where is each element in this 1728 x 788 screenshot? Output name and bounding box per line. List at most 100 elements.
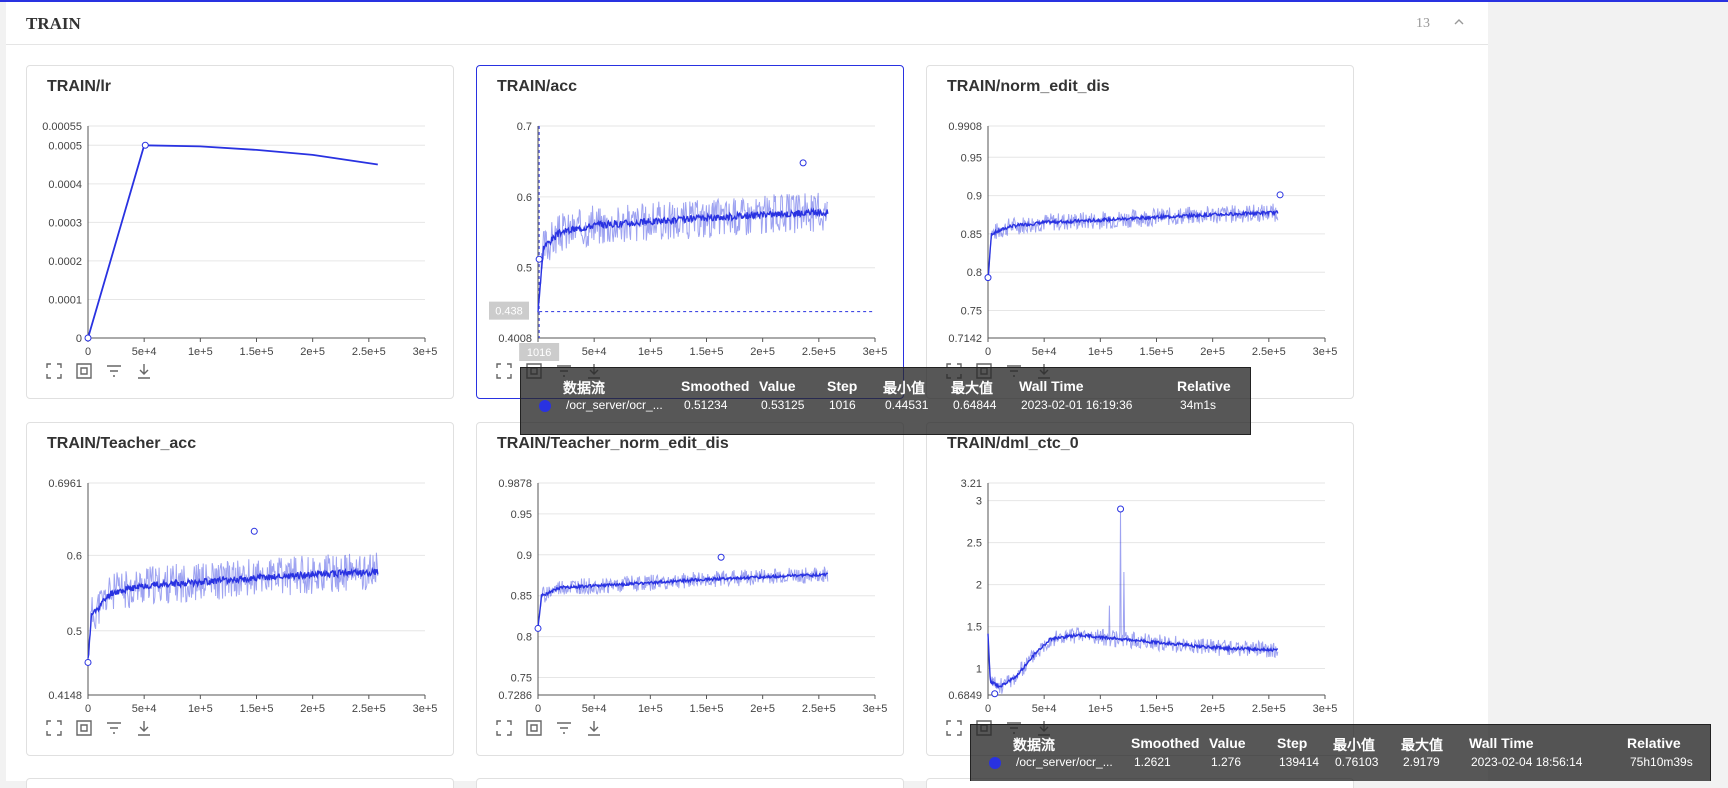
x-tick-label: 2e+5 [750,703,775,715]
crosshair-y-label: 0.438 [495,306,523,318]
y-tick-label: 0.4148 [48,690,82,702]
tooltip-header: Wall Time [1019,378,1084,394]
y-tick-label: 0.5 [517,263,532,275]
fullscreen-icon[interactable] [495,362,513,380]
tooltip-value: 1.276 [1211,755,1242,769]
y-tick-label: 0.85 [511,591,532,603]
tooltip-header: Step [827,378,858,394]
data-point-marker[interactable] [1276,191,1284,199]
filter-icon[interactable] [555,719,573,737]
x-tick-label: 3e+5 [413,703,438,715]
x-tick-label: 5e+4 [1032,346,1057,358]
x-tick-label: 2.5e+5 [1252,346,1286,358]
download-icon[interactable] [135,362,153,380]
fullscreen-icon[interactable] [945,719,963,737]
x-tick-label: 1e+5 [1088,346,1113,358]
x-tick-label: 2e+5 [750,346,775,358]
download-icon[interactable] [585,719,603,737]
chart-plot[interactable]: 0.6849 1 1.5 2 2.5 3 3.21 0 5e+4 1e+5 1.5e+5 2e+5 2.… [927,423,1355,757]
x-tick-label: 0 [985,346,991,358]
data-point-marker[interactable] [84,658,92,666]
x-tick-label: 5e+4 [1032,703,1057,715]
chart-plot[interactable]: 0.7286 0.75 0.8 0.85 0.9 0.95 0.9878 0 5e+4 1e+5 1… [477,423,905,757]
tooltip-value: /ocr_server/ocr_... [566,398,663,412]
fullscreen-icon[interactable] [45,719,63,737]
x-tick-label: 1e+5 [188,703,213,715]
chart-plot[interactable]: 0.7142 0.75 0.8 0.85 0.9 0.95 0.9908 0 5e+4 1e+5 1… [927,66,1355,400]
y-tick-label: 0.00055 [42,121,82,133]
chart-card[interactable]: TRAIN/Teacher_acc 0.4148 0.5 0.6 0.6961 0 5e+4… [26,422,454,756]
tooltip-header: 最大值 [951,380,993,396]
x-tick-label: 3e+5 [1313,346,1338,358]
tooltip-value: 0.44531 [885,398,929,412]
section-header[interactable]: TRAIN 13 [6,2,1488,45]
fullscreen-icon[interactable] [495,719,513,737]
x-tick-label: 1.5e+5 [240,346,274,358]
data-point-marker[interactable] [84,334,92,342]
y-tick-label: 0.0001 [48,294,82,306]
data-point-marker[interactable] [534,624,542,632]
data-point-marker[interactable] [717,553,725,561]
x-tick-label: 1e+5 [1088,703,1113,715]
y-tick-label: 0.9908 [948,121,982,133]
data-point-marker[interactable] [799,159,807,167]
chart-card[interactable]: TRAIN/norm_edit_dis 0.7142 0.75 0.8 0.85 0.9 0… [926,65,1354,399]
y-tick-label: 0.0003 [48,217,82,229]
chart-toolbar [45,362,165,384]
series-line [87,144,378,339]
tooltip-header: Relative [1177,378,1231,394]
x-tick-label: 5e+4 [132,346,157,358]
x-tick-label: 5e+4 [582,703,607,715]
fit-view-icon[interactable] [525,719,543,737]
filter-icon[interactable] [105,362,123,380]
x-tick-label: 2e+5 [300,703,325,715]
y-tick-label: 0.6 [67,550,82,562]
x-tick-label: 0 [985,703,991,715]
section-title: TRAIN [26,14,81,33]
series-raw-line [987,508,1279,694]
tooltip-header: Step [1277,735,1308,751]
x-tick-label: 0 [85,346,91,358]
section-count: 13 [1416,16,1430,31]
chevron-up-icon[interactable] [1454,17,1464,27]
x-tick-label: 1.5e+5 [690,703,724,715]
data-point-marker[interactable] [535,255,543,263]
chart-card[interactable]: TRAIN/Teacher_norm_edit_dis 0.7286 0.75 0.8… [476,422,904,756]
chart-plot[interactable]: 0.4148 0.5 0.6 0.6961 0 5e+4 1e+5 1.5e+5 2e+5 2.5… [27,423,455,757]
data-point-marker[interactable] [250,527,258,535]
x-tick-label: 5e+4 [582,346,607,358]
x-tick-label: 2e+5 [1200,703,1225,715]
chart-plot[interactable]: 0.40080.50.60.705e+41e+51.5e+52e+52.5e+5… [477,66,905,400]
y-tick-label: 0.6849 [948,690,982,702]
next-card-edge [476,778,904,788]
download-icon[interactable] [135,719,153,737]
x-tick-label: 0 [535,703,541,715]
y-tick-label: 0.0004 [48,179,82,191]
x-tick-label: 1.5e+5 [1140,703,1174,715]
tooltip-header: 最小值 [883,380,925,396]
series-raw-line [537,192,829,313]
data-point-marker[interactable] [1117,505,1125,513]
fullscreen-icon[interactable] [45,362,63,380]
tooltip-header: Smoothed [1131,735,1200,751]
chart-plot[interactable]: 0 0.0001 0.0002 0.0003 0.0004 0.0005 0.00055 0 5… [27,66,455,400]
chart-card[interactable]: TRAIN/dml_ctc_0 0.6849 1 1.5 2 2.5 3 3.21 0 5e+4 1… [926,422,1354,756]
x-tick-label: 1e+5 [188,346,213,358]
tooltip-header: Value [759,378,796,394]
data-point-marker[interactable] [141,141,149,149]
chart-card[interactable]: TRAIN/acc0.40080.50.60.705e+41e+51.5e+52… [476,65,904,399]
tooltip-value: 0.64844 [953,398,997,412]
x-tick-label: 1.5e+5 [1140,346,1174,358]
tooltip-value: 34m1s [1180,398,1217,412]
data-point-marker[interactable] [991,690,999,698]
y-tick-label: 2.5 [967,538,982,550]
y-tick-label: 0.7 [517,121,532,133]
filter-icon[interactable] [105,719,123,737]
y-tick-label: 0.85 [961,229,982,241]
chart-card[interactable]: TRAIN/lr 0 0.0001 0.0002 0.0003 0.0004 0.0005 0… [26,65,454,399]
fit-view-icon[interactable] [75,719,93,737]
y-tick-label: 0.75 [511,672,532,684]
y-tick-label: 0.0002 [48,256,82,268]
fit-view-icon[interactable] [75,362,93,380]
data-point-marker[interactable] [984,274,992,282]
